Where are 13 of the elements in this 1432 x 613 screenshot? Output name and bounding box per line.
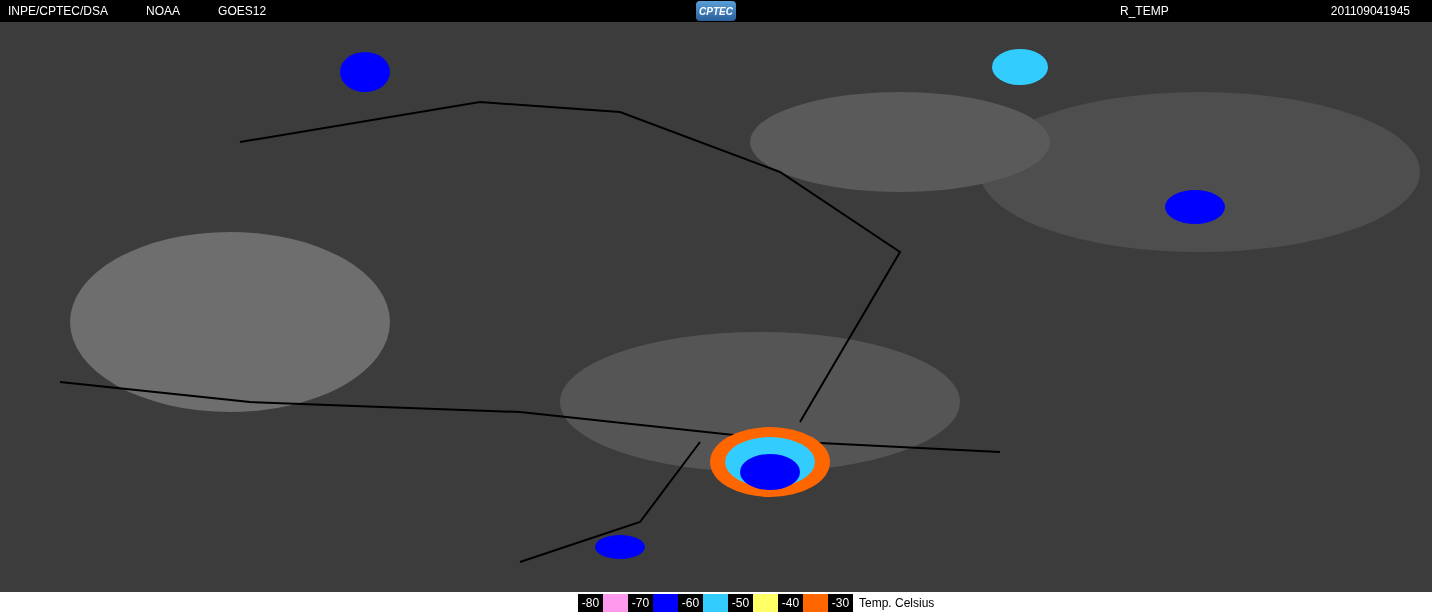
logo: CPTEC <box>696 1 736 21</box>
legend-value: -30 <box>828 593 853 612</box>
header-label: NOAA <box>146 3 181 20</box>
legend-caption: Temp. Celsius <box>859 594 935 612</box>
legend-value: -70 <box>628 593 653 612</box>
header-label: GOES12 <box>218 3 267 20</box>
legend-value: -50 <box>728 593 753 612</box>
timestamp: 201109041945 <box>1330 3 1410 20</box>
legend-value: -80 <box>578 593 603 612</box>
legend-value: -60 <box>678 593 703 612</box>
header-label: INPE/CPTEC/DSA <box>8 3 109 20</box>
product-label: R_TEMP <box>1120 3 1169 20</box>
legend-value: -40 <box>778 593 803 612</box>
